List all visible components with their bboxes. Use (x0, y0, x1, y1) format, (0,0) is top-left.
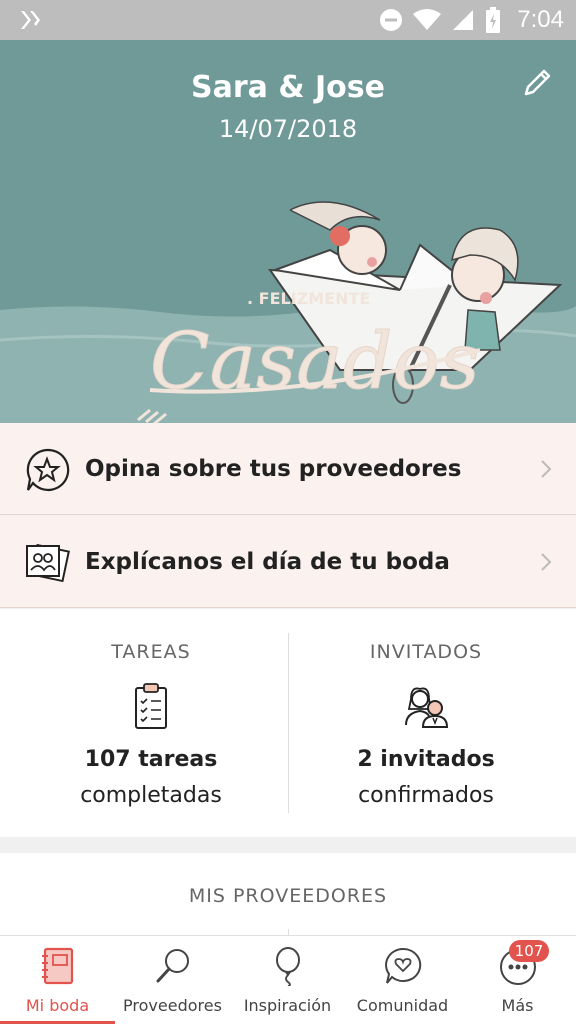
svg-text:. FELIZMENTE: . FELIZMENTE (247, 289, 370, 308)
couple-name: Sara & Jose (191, 70, 385, 105)
nav-label-mas: Más (501, 996, 534, 1015)
guests-icon (405, 687, 449, 728)
balloon-icon (275, 947, 300, 986)
nav-comunidad[interactable]: Comunidad (345, 936, 460, 1024)
nav-label-comunidad: Comunidad (356, 996, 449, 1015)
describe-wedding-day-row[interactable]: Explícanos el día de tu boda (0, 516, 576, 608)
bottom-navigation: Mi boda Proveedores Inspiración Comunida… (0, 935, 576, 1024)
describe-wedding-day-label: Explícanos el día de tu boda (85, 549, 450, 575)
nav-mi-boda[interactable]: Mi boda (0, 936, 115, 1024)
review-providers-row[interactable]: Opina sobre tus proveedores (0, 423, 576, 515)
nav-inspiracion[interactable]: Inspiración (230, 936, 345, 1024)
notification-badge: 107 (509, 940, 549, 962)
my-providers-card: MIS PROVEEDORES (0, 853, 576, 937)
nav-label-inspiracion: Inspiración (243, 996, 332, 1015)
chevron-right-icon (541, 553, 552, 571)
nav-label-mi-boda: Mi boda (25, 996, 90, 1015)
nav-label-proveedores: Proveedores (123, 996, 222, 1015)
edit-pencil-icon[interactable] (520, 66, 554, 100)
star-chat-icon (26, 448, 70, 492)
chat-heart-icon (384, 947, 421, 984)
notebook-icon (41, 947, 73, 985)
stats-card: TAREAS 107 tareas completadas INVITADOS … (0, 609, 576, 837)
notification-icon (21, 11, 40, 29)
guests-stat[interactable]: INVITADOS 2 invitados confirmados (282, 609, 570, 837)
tasks-stat[interactable]: TAREAS 107 tareas completadas (7, 609, 295, 837)
battery-icon (486, 7, 501, 33)
tasks-count: 107 tareas (84, 747, 218, 772)
review-providers-label: Opina sobre tus proveedores (85, 456, 462, 482)
nav-proveedores[interactable]: Proveedores (115, 936, 230, 1024)
status-time: 7:04 (517, 6, 564, 33)
signal-icon (453, 10, 474, 30)
guests-title: INVITADOS (369, 641, 483, 663)
wedding-header: . FELIZMENTE Casados Sara & Jose 14/07/2… (0, 40, 576, 423)
tasks-title: TAREAS (111, 641, 191, 663)
chevron-right-icon (541, 460, 552, 478)
wifi-icon (413, 9, 442, 30)
status-bar: 7:04 (0, 0, 576, 40)
tasks-subtitle: completadas (80, 783, 222, 808)
checklist-icon (135, 683, 167, 729)
photos-icon (26, 543, 70, 583)
search-icon (156, 949, 189, 983)
do-not-disturb-icon (380, 9, 403, 31)
guests-count: 2 invitados (357, 747, 495, 772)
wedding-date: 14/07/2018 (218, 115, 358, 143)
my-providers-title: MIS PROVEEDORES (188, 885, 388, 907)
guests-subtitle: confirmados (358, 783, 494, 808)
